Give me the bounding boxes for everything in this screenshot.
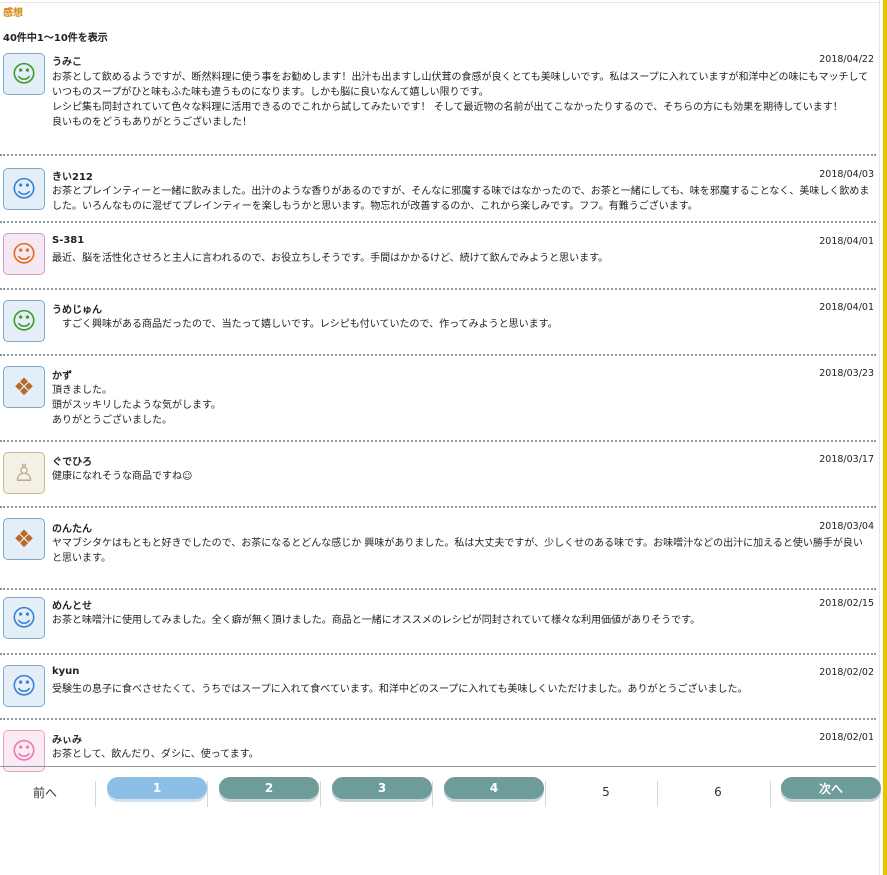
review-item: ☺ うみこ 2018/04/22 お茶として飲めるようですが、断然料理に使う事を… — [0, 50, 876, 156]
review-body: すごく興味がある商品だったので、当たって嬉しいです。レシピも付いていたので、作っ… — [52, 317, 872, 332]
review-body: お茶として飲めるようですが、断然料理に使う事をお勧めします！出汁も出ますし山伏茸… — [52, 70, 872, 130]
review-date: 2018/02/15 — [819, 598, 874, 609]
pagination-separator — [770, 781, 771, 807]
food-icon: ❖ — [3, 366, 45, 408]
review-item: ☺ うめじゅん 2018/04/01 すごく興味がある商品だったので、当たって嬉… — [0, 290, 876, 356]
review-text: レシピ集も同封されていて色々な料理に活用できるのでこれから試してみたいです！ そ… — [52, 102, 843, 113]
review-date: 2018/04/01 — [819, 302, 874, 313]
review-item: ☺ きい212 2018/04/03 お茶とプレインティーと一緒に飲みました。出… — [0, 156, 876, 223]
review-item: ❖ かず 2018/03/23 頂きました。 頭がスッキリしたような気がします。… — [0, 356, 876, 442]
blue-cat-icon: ☺ — [3, 168, 45, 210]
reviewer-name: かず — [52, 371, 72, 382]
page-3-button[interactable]: 3 — [332, 777, 432, 799]
right-divider — [879, 0, 880, 875]
page-6-link[interactable]: 6 — [668, 781, 768, 803]
review-text: お茶として飲めるようですが、断然料理に使う事をお勧めします！出汁も出ますし山伏茸… — [52, 72, 869, 98]
review-item: ☺ めんとせ 2018/02/15 お茶と味噌汁に使用してみました。全く癖が無く… — [0, 590, 876, 655]
review-date: 2018/03/23 — [819, 368, 874, 379]
review-text: すごく興味がある商品だったので、当たって嬉しいです。レシピも付いていたので、作っ… — [52, 319, 558, 330]
green-character-icon: ☺ — [3, 300, 45, 342]
next-page-button[interactable]: 次へ — [781, 777, 881, 799]
pagination: 前へ 1 2 3 4 5 6 次へ — [0, 777, 887, 807]
review-date: 2018/03/04 — [819, 521, 874, 532]
reviewer-name: うみこ — [52, 57, 82, 68]
review-date: 2018/04/01 — [819, 236, 874, 247]
review-item: ♙ ぐでひろ 2018/03/17 健康になれそうな商品ですね☺ — [0, 442, 876, 508]
reviewer-name: うめじゅん — [52, 305, 102, 316]
review-body: 最近、脳を活性化させろと主人に言われるので、お役立ちしそうです。手間はかかるけど… — [52, 251, 872, 266]
review-body: 頂きました。 頭がスッキリしたような気がします。 ありがとうございました。 — [52, 383, 872, 428]
review-body: ヤマブシタケはもともと好きでしたので、お茶になるとどんな感じか 興味がありました… — [52, 536, 872, 566]
chef-icon: ♙ — [3, 452, 45, 494]
reviewer-name: S-381 — [52, 235, 85, 246]
review-date: 2018/03/17 — [819, 454, 874, 465]
review-item: ☺ kyun 2018/02/02 受験生の息子に食べさせたくて、うちではスープ… — [0, 655, 876, 720]
reviewer-name: みぃみ — [52, 735, 82, 746]
page-2-button[interactable]: 2 — [219, 777, 319, 799]
review-date: 2018/02/01 — [819, 732, 874, 743]
pagination-separator — [95, 781, 96, 807]
review-body: 受験生の息子に食べさせたくて、うちではスープに入れて食べています。和洋中どのスー… — [52, 682, 872, 697]
reviewer-name: めんとせ — [52, 601, 92, 612]
review-body: お茶として、飲んだり、ダシに、使ってます。 — [52, 747, 872, 762]
pagination-separator — [657, 781, 658, 807]
section-title: 感想 — [3, 8, 23, 19]
review-text: 頂きました。 — [52, 385, 112, 396]
review-body: 健康になれそうな商品ですね☺ — [52, 469, 872, 484]
blue-cat-icon: ☺ — [3, 665, 45, 707]
review-date: 2018/04/22 — [819, 54, 874, 65]
blue-cat-icon: ☺ — [3, 597, 45, 639]
review-text: ありがとうございました。 — [52, 415, 172, 426]
review-text: 健康になれそうな商品ですね☺ — [52, 471, 193, 482]
review-date: 2018/04/03 — [819, 169, 874, 180]
review-text: お茶と味噌汁に使用してみました。全く癖が無く頂けました。商品と一緒にオススメのレ… — [52, 615, 701, 626]
page-5-link[interactable]: 5 — [556, 781, 656, 803]
pagination-separator — [545, 781, 546, 807]
review-list: ☺ うみこ 2018/04/22 お茶として飲めるようですが、断然料理に使う事を… — [0, 50, 876, 780]
reviewer-name: kyun — [52, 666, 80, 677]
review-item: ☺ みぃみ 2018/02/01 お茶として、飲んだり、ダシに、使ってます。 — [0, 720, 876, 780]
reviewer-name: のんたん — [52, 524, 92, 535]
review-body: お茶と味噌汁に使用してみました。全く癖が無く頂けました。商品と一緒にオススメのレ… — [52, 613, 872, 628]
result-count: 40件中1～10件を表示 — [3, 33, 108, 44]
review-text: ヤマブシタケはもともと好きでしたので、お茶になるとどんな感じか 興味がありました… — [52, 538, 863, 564]
review-item: ❖ のんたん 2018/03/04 ヤマブシタケはもともと好きでしたので、お茶に… — [0, 508, 876, 590]
right-accent-bar — [883, 0, 887, 875]
orange-cat-icon: ☺ — [3, 233, 45, 275]
food-icon: ❖ — [3, 518, 45, 560]
review-date: 2018/02/02 — [819, 667, 874, 678]
review-item: ☺ S-381 2018/04/01 最近、脳を活性化させろと主人に言われるので… — [0, 223, 876, 290]
pagination-separator — [432, 781, 433, 807]
review-text: 最近、脳を活性化させろと主人に言われるので、お役立ちしそうです。手間はかかるけど… — [52, 253, 609, 264]
green-character-icon: ☺ — [3, 53, 45, 95]
pagination-divider — [0, 766, 876, 767]
reviewer-name: ぐでひろ — [52, 457, 93, 468]
review-text: お茶とプレインティーと一緒に飲みました。出汁のような香りがあるのですが、そんなに… — [52, 186, 870, 212]
page-4-button[interactable]: 4 — [444, 777, 544, 799]
review-text: 良いものをどうもありがとうございました！ — [52, 117, 252, 128]
review-text: 頭がスッキリしたような気がします。 — [52, 400, 221, 411]
pagination-separator — [320, 781, 321, 807]
review-body: お茶とプレインティーと一緒に飲みました。出汁のような香りがあるのですが、そんなに… — [52, 184, 872, 214]
page-1-button[interactable]: 1 — [107, 777, 207, 799]
review-text: 受験生の息子に食べさせたくて、うちではスープに入れて食べています。和洋中どのスー… — [52, 684, 748, 695]
review-text: お茶として、飲んだり、ダシに、使ってます。 — [52, 749, 259, 760]
reviewer-name: きい212 — [52, 172, 93, 183]
pagination-separator — [207, 781, 208, 807]
top-divider — [0, 2, 880, 3]
prev-page-link[interactable]: 前へ — [0, 781, 95, 803]
